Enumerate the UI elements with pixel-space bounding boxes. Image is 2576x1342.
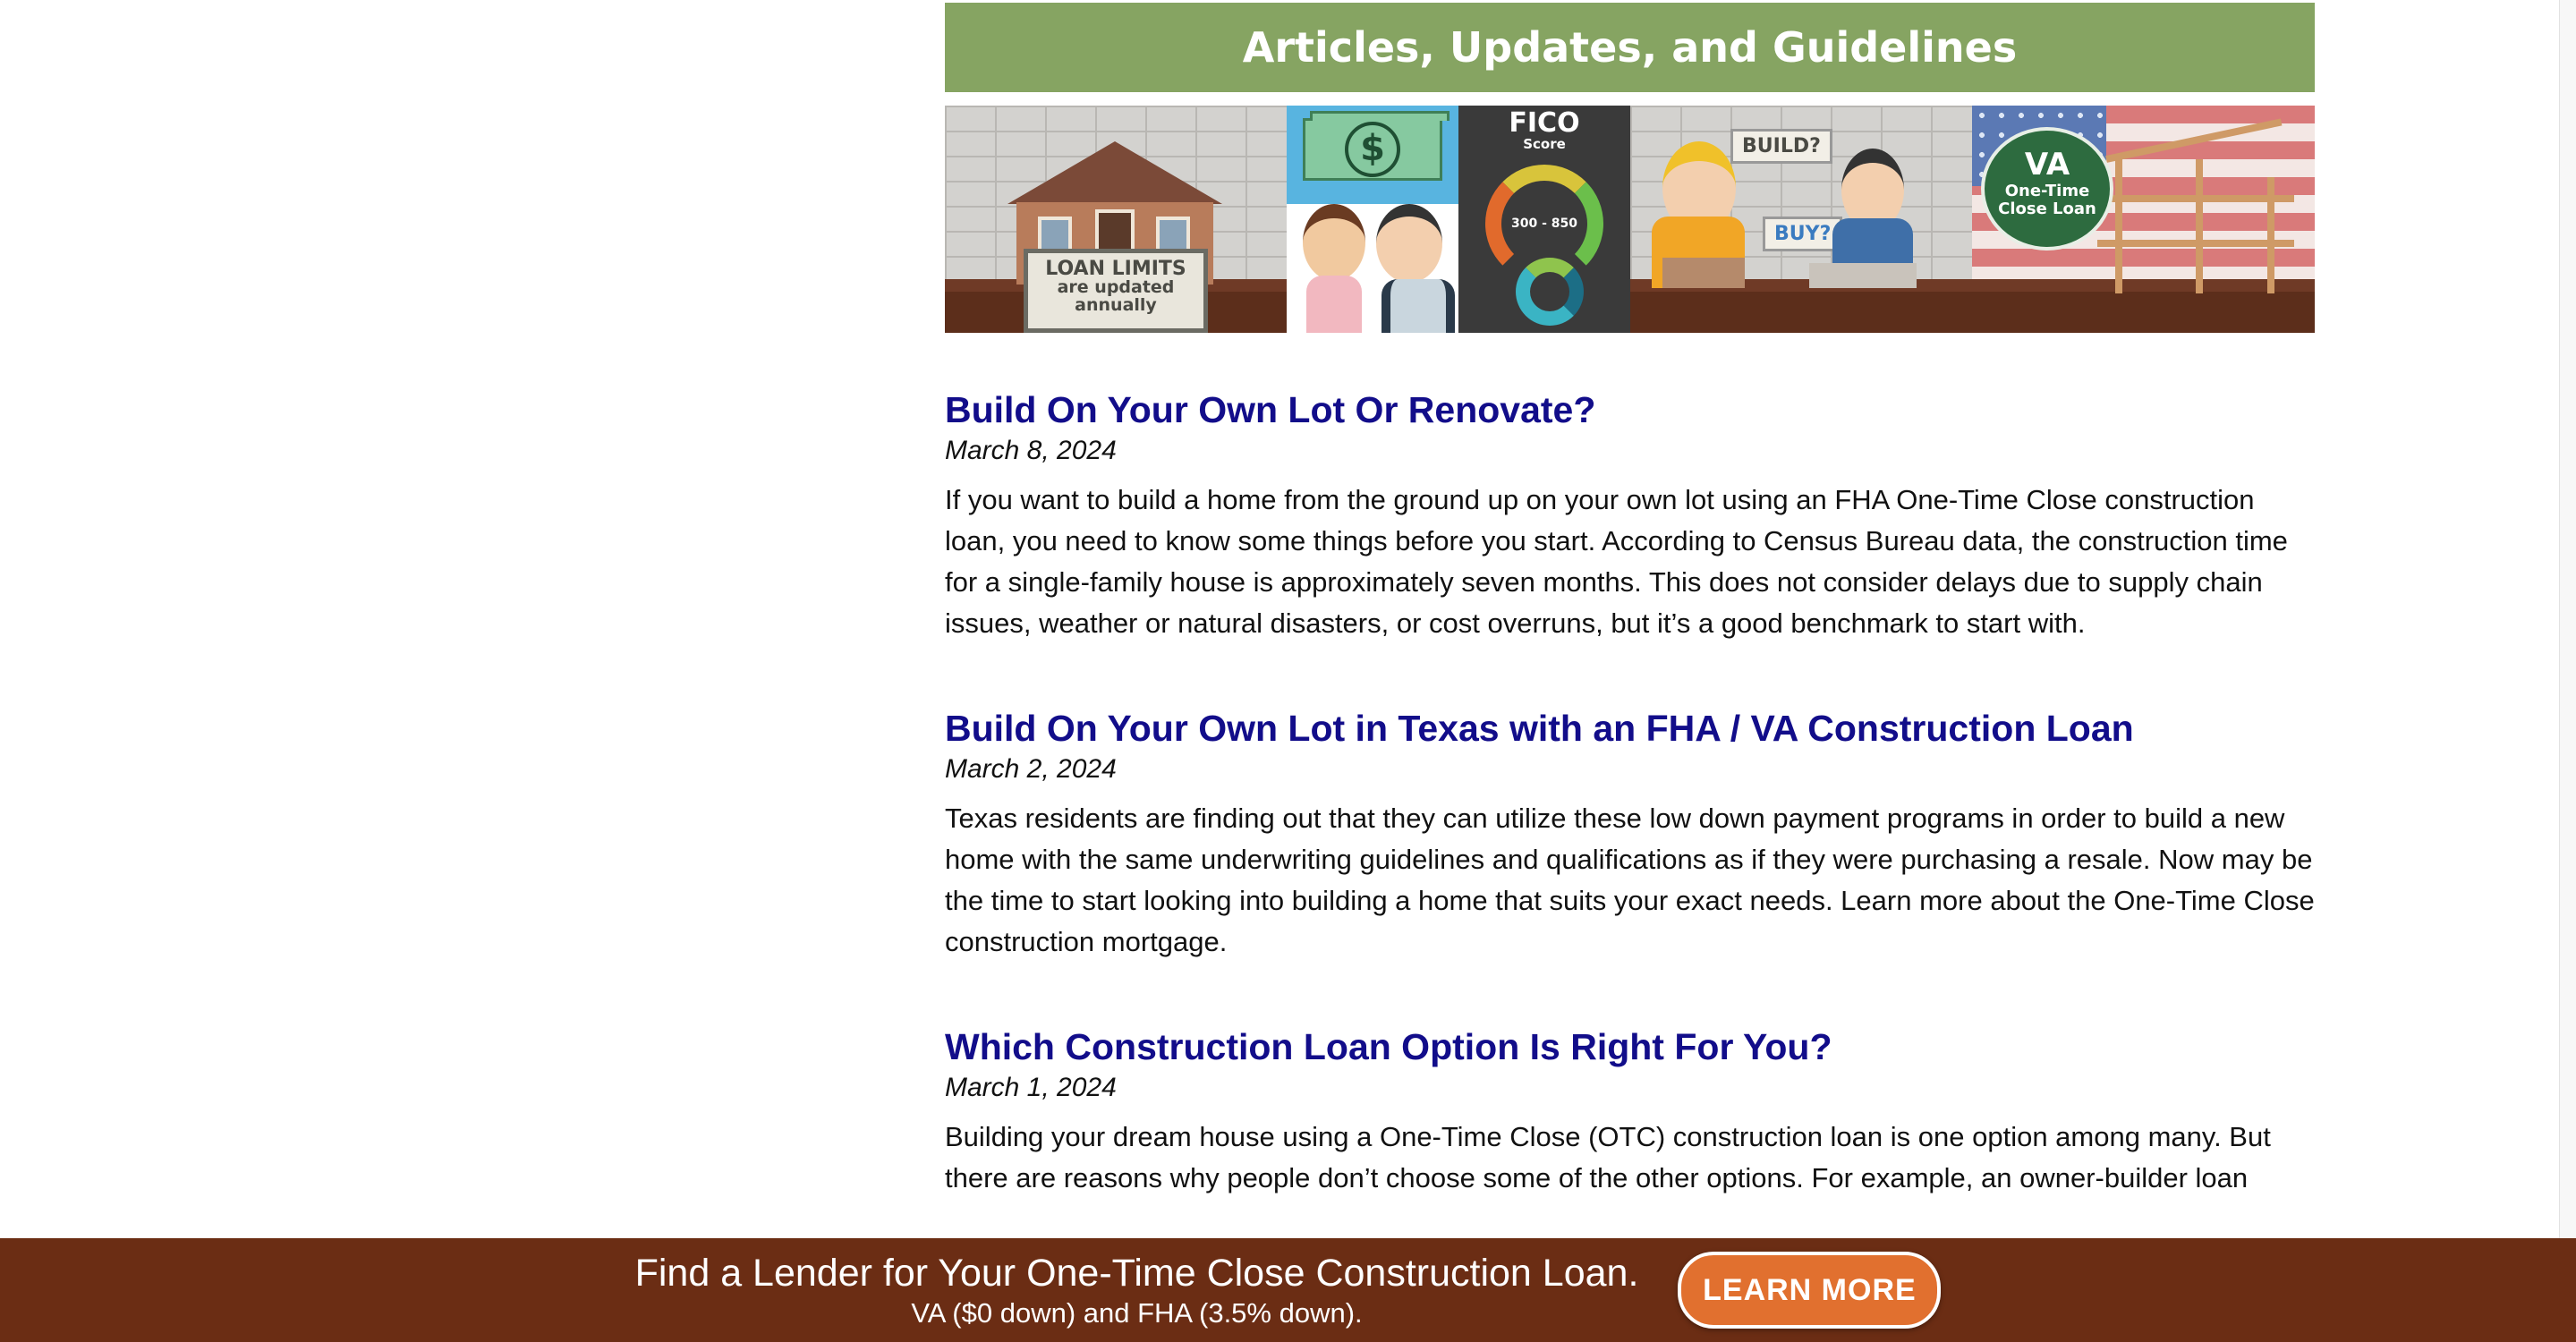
scrollbar[interactable] [2559,0,2576,1342]
banner-build-or-buy-panel: BUILD? BUY? [1630,106,1972,333]
va-title: VA [2024,147,2070,183]
small-house-icon [1662,258,1745,288]
section-header: Articles, Updates, and Guidelines [945,3,2315,92]
buy-speech-bubble: BUY? [1763,217,1843,251]
article-item: Build On Your Own Lot Or Renovate? March… [945,386,2315,644]
build-speech-bubble: BUILD? [1730,129,1832,164]
article-item: Which Construction Loan Option Is Right … [945,1023,2315,1199]
house-roof-shape [1007,141,1222,204]
fico-title: FICO [1509,107,1580,139]
article-date: March 2, 2024 [945,754,1117,784]
article-item: Build On Your Own Lot in Texas with an F… [945,705,2315,963]
cta-headline: Find a Lender for Your One-Time Close Co… [634,1252,1639,1295]
banner-fico-panel: FICO Score 300 - 850 [1458,106,1630,333]
man-figure-icon [1376,204,1442,283]
loan-limits-line1: LOAN LIMITS [1045,258,1186,280]
learn-more-button[interactable]: LEARN MORE [1678,1252,1942,1329]
dollar-bill-icon: $ [1303,118,1442,181]
banner-loan-limits-panel: LOAN LIMITS are updated annually [945,106,1287,333]
cta-text: Find a Lender for Your One-Time Close Co… [635,1250,1639,1330]
va-badge: VA One-Time Close Loan [1981,127,2113,251]
fico-subtitle: Score [1523,136,1566,152]
banner-va-panel: VA One-Time Close Loan [1972,106,2315,333]
article-date: March 1, 2024 [945,1073,1117,1102]
article-excerpt: If you want to build a home from the gro… [945,484,2288,639]
loan-limits-line3: annually [1075,295,1157,316]
va-line2: Close Loan [1998,200,2096,218]
article-date: March 8, 2024 [945,436,1117,465]
loan-limits-sign: LOAN LIMITS are updated annually [1024,249,1208,333]
section-title: Articles, Updates, and Guidelines [1242,23,2018,72]
article-excerpt: Texas residents are finding out that the… [945,803,2315,957]
fico-range: 300 - 850 [1510,217,1577,231]
loan-limits-line2: are updated [1057,277,1175,298]
sticky-cta-bar: Find a Lender for Your One-Time Close Co… [0,1238,2576,1342]
article-title-link[interactable]: Build On Your Own Lot Or Renovate? [945,386,2315,433]
woman-figure-icon [1303,204,1365,281]
articles-banner[interactable]: LOAN LIMITS are updated annually $ FICO … [945,106,2315,333]
article-excerpt: Building your dream house using a One-Ti… [945,1121,2271,1193]
main-content: Articles, Updates, and Guidelines LOAN L… [945,3,2315,1199]
small-house-icon-2 [1809,263,1917,288]
va-line1: One-Time [2004,182,2090,200]
credit-donut-chart-icon [1516,258,1584,326]
banner-down-payment-panel: $ [1287,106,1458,333]
article-title-link[interactable]: Build On Your Own Lot in Texas with an F… [945,705,2315,752]
cta-subline: VA ($0 down) and FHA (3.5% down). [911,1297,1363,1329]
article-title-link[interactable]: Which Construction Loan Option Is Right … [945,1023,2315,1070]
